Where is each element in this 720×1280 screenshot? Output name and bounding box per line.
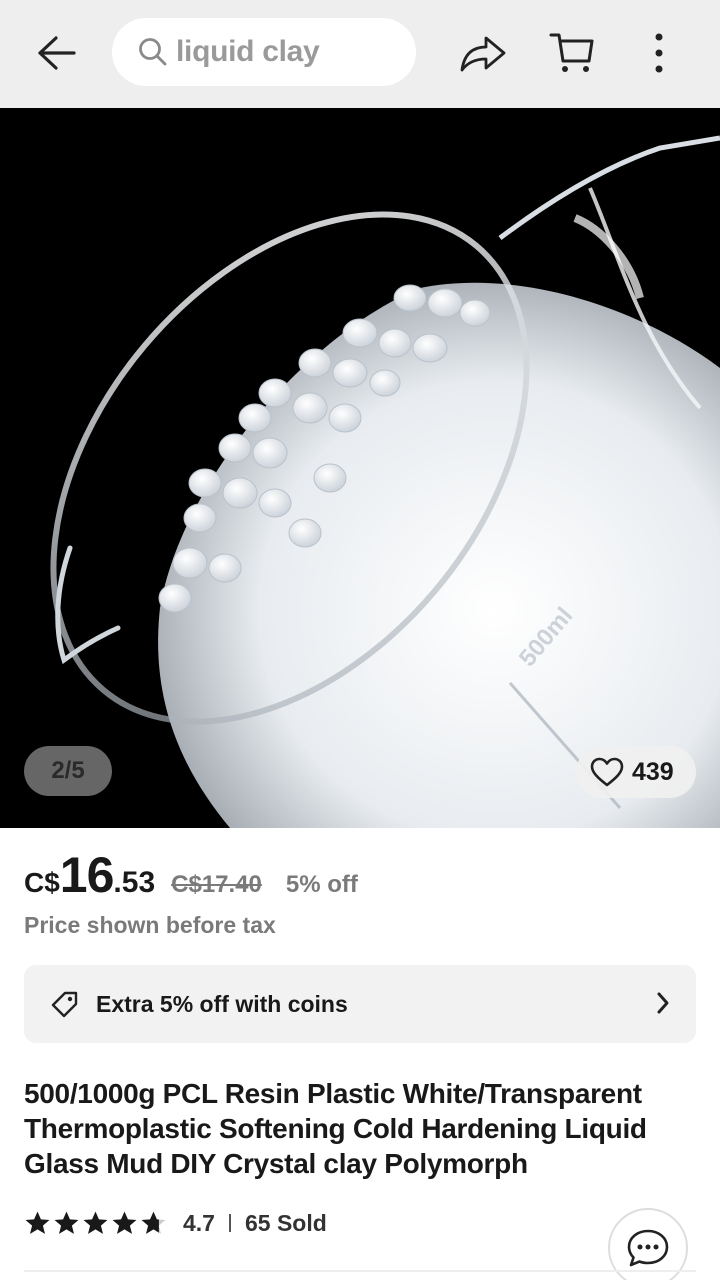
share-arrow-icon (460, 36, 506, 72)
original-price: C$17.40 (171, 871, 262, 898)
wishlist-count: 439 (632, 757, 674, 786)
coins-discount-banner[interactable]: Extra 5% off with coins (24, 965, 696, 1043)
sold-count: 65 Sold (244, 1209, 327, 1236)
share-button[interactable] (452, 28, 514, 78)
price-currency: C$ (24, 867, 60, 898)
chevron-right-icon (657, 992, 669, 1014)
discount-badge: 5% off (285, 871, 358, 898)
divider (228, 1214, 231, 1232)
search-query: liquid clay (176, 35, 320, 68)
cart-icon (549, 33, 594, 72)
product-title: 500/1000g PCL Resin Plastic White/Transp… (24, 1078, 647, 1179)
arrow-left-icon (38, 36, 76, 70)
star-icon (112, 1211, 137, 1234)
star-icon (83, 1211, 108, 1234)
image-page-indicator: 2/5 (24, 746, 112, 796)
divider-line (24, 1270, 696, 1272)
star-icon (54, 1211, 79, 1234)
rating-value: 4.7 (183, 1209, 215, 1236)
top-bar: liquid clay (0, 0, 720, 108)
search-icon (139, 38, 167, 66)
rating-row[interactable]: 4.7 65 Sold (24, 1206, 327, 1240)
coins-label: Extra 5% off with coins (96, 990, 348, 1017)
star-icon (141, 1211, 166, 1234)
heart-icon (590, 757, 624, 787)
tag-icon (51, 991, 78, 1018)
star-icon (25, 1211, 50, 1234)
search-input[interactable]: liquid clay (112, 18, 416, 86)
rating-stars (24, 1210, 169, 1236)
back-button[interactable] (26, 28, 86, 78)
price-decimal: .53 (113, 866, 156, 899)
cart-button[interactable] (542, 28, 602, 78)
tax-note: Price shown before tax (24, 912, 276, 938)
vertical-dots-icon (655, 33, 663, 73)
wishlist-button[interactable]: 439 (576, 746, 696, 798)
price-integer: 16 (59, 847, 115, 903)
product-photo: 500ml (0, 108, 720, 828)
chat-bubble-icon (627, 1229, 669, 1267)
price-row: C$ 16 .53 C$17.40 5% off (24, 846, 358, 906)
product-image-gallery[interactable]: 500ml 2/5 439 (0, 108, 720, 828)
more-button[interactable] (636, 28, 682, 78)
